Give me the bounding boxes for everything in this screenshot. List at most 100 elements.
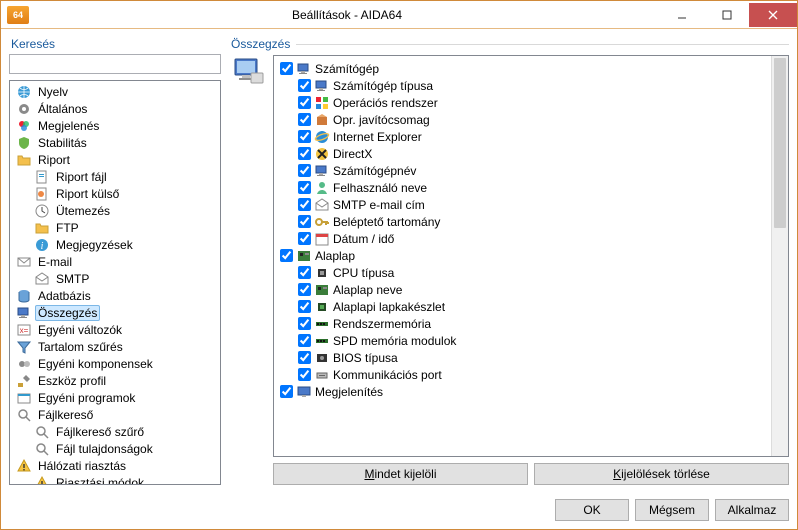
checkbox[interactable]	[298, 96, 311, 109]
tree-item-egy-ni-v-ltoz-k[interactable]: x=Egyéni változók	[10, 321, 220, 338]
tree-item-tartalom-sz-r-s[interactable]: Tartalom szűrés	[10, 338, 220, 355]
check-scroll-area[interactable]: SzámítógépSzámítógép típusaOperációs ren…	[274, 56, 771, 456]
checkbox[interactable]	[298, 215, 311, 228]
search-input[interactable]	[9, 54, 221, 74]
tree-item-adatb-zis[interactable]: Adatbázis	[10, 287, 220, 304]
tree-item-stabilit-s[interactable]: Stabilitás	[10, 134, 220, 151]
scroll-thumb[interactable]	[774, 58, 786, 228]
left-pane: Keresés NyelvÁltalánosMegjelenésStabilit…	[9, 37, 221, 485]
mobo-icon	[314, 282, 330, 298]
check-row: Számítógép típusa	[274, 77, 771, 94]
apply-button[interactable]: Alkalmaz	[715, 499, 789, 521]
scrollbar[interactable]	[771, 56, 788, 456]
tree-item-e-mail[interactable]: E-mail	[10, 253, 220, 270]
tree-item-riport-f-jl[interactable]: Riport fájl	[10, 168, 220, 185]
tree-item-f-jl-tulajdons-gok[interactable]: Fájl tulajdonságok	[10, 440, 220, 457]
check-label: Számítógép	[315, 62, 379, 76]
tree-item-egy-ni-komponensek[interactable]: Egyéni komponensek	[10, 355, 220, 372]
check-row: CPU típusa	[274, 264, 771, 281]
tree-item-ftp[interactable]: FTP	[10, 219, 220, 236]
user-icon	[314, 180, 330, 196]
check-row: Opr. javítócsomag	[274, 111, 771, 128]
group-header: Összegzés	[229, 37, 789, 51]
check-row: Alaplapi lapkakészlet	[274, 298, 771, 315]
tree-item-eszk-z-profil[interactable]: Eszköz profil	[10, 372, 220, 389]
clear-selection-button[interactable]: Kijelölések törlése	[534, 463, 789, 485]
close-button[interactable]	[749, 3, 797, 27]
checkbox[interactable]	[298, 368, 311, 381]
checkbox[interactable]	[280, 249, 293, 262]
checkbox[interactable]	[298, 334, 311, 347]
tree-item--temez-s[interactable]: Ütemezés	[10, 202, 220, 219]
maximize-button[interactable]	[704, 3, 749, 27]
checkbox[interactable]	[298, 113, 311, 126]
group-icon-area	[229, 55, 269, 485]
search-icon	[34, 424, 50, 440]
window-buttons	[659, 3, 797, 27]
ok-button[interactable]: OK	[555, 499, 629, 521]
checkbox[interactable]	[298, 147, 311, 160]
titlebar[interactable]: 64 Beállítások - AIDA64	[1, 1, 797, 29]
tree-item-megjegyz-sek[interactable]: iMegjegyzések	[10, 236, 220, 253]
minimize-button[interactable]	[659, 3, 704, 27]
computer-icon	[314, 163, 330, 179]
checkbox[interactable]	[298, 181, 311, 194]
port-icon	[314, 367, 330, 383]
computer-icon	[16, 305, 32, 321]
tree-item-label: Riasztási módok	[53, 475, 147, 486]
check-row: Kommunikációs port	[274, 366, 771, 383]
summary-check-list: SzámítógépSzámítógép típusaOperációs ren…	[273, 55, 789, 457]
check-label: Kommunikációs port	[333, 368, 442, 382]
category-tree[interactable]: NyelvÁltalánosMegjelenésStabilitásRiport…	[9, 80, 221, 485]
tree-item--ltal-nos[interactable]: Általános	[10, 100, 220, 117]
tree-item-nyelv[interactable]: Nyelv	[10, 83, 220, 100]
computer-icon	[233, 55, 265, 87]
checkbox[interactable]	[298, 266, 311, 279]
prog-icon	[16, 390, 32, 406]
checkbox[interactable]	[298, 232, 311, 245]
check-label: Alaplapi lapkakészlet	[333, 300, 445, 314]
folder2-icon	[34, 220, 50, 236]
tree-item-megjelen-s[interactable]: Megjelenés	[10, 117, 220, 134]
tree-item-riport[interactable]: Riport	[10, 151, 220, 168]
tree-item-riport-k-ls-[interactable]: Riport külső	[10, 185, 220, 202]
check-label: Megjelenítés	[315, 385, 383, 399]
tree-item-label: Fájlkereső szűrő	[53, 424, 147, 440]
checkbox[interactable]	[298, 283, 311, 296]
checkbox[interactable]	[298, 351, 311, 364]
tree-item-label: Összegzés	[35, 305, 100, 321]
checkbox[interactable]	[280, 62, 293, 75]
tree-item--sszegz-s[interactable]: Összegzés	[10, 304, 220, 321]
check-label: Internet Explorer	[333, 130, 422, 144]
tree-item-h-l-zati-riaszt-s[interactable]: Hálózati riasztás	[10, 457, 220, 474]
tree-item-riaszt-si-m-dok[interactable]: Riasztási módok	[10, 474, 220, 485]
check-label: Felhasználó neve	[333, 181, 427, 195]
tree-item-smtp[interactable]: SMTP	[10, 270, 220, 287]
checkbox[interactable]	[298, 300, 311, 313]
group-label: Összegzés	[231, 37, 290, 51]
tree-item-label: Egyéni változók	[35, 322, 125, 338]
checkbox[interactable]	[298, 164, 311, 177]
mobo-icon	[296, 248, 312, 264]
computer-icon	[314, 78, 330, 94]
check-label: SMTP e-mail cím	[333, 198, 425, 212]
cancel-button[interactable]: Mégsem	[635, 499, 709, 521]
svg-text:i: i	[41, 241, 44, 252]
checkbox[interactable]	[298, 317, 311, 330]
shield-icon	[16, 135, 32, 151]
select-all-button[interactable]: Mindet kijelöli	[273, 463, 528, 485]
check-row: Számítógépnév	[274, 162, 771, 179]
check-row: DirectX	[274, 145, 771, 162]
checkbox[interactable]	[298, 198, 311, 211]
checkbox[interactable]	[298, 79, 311, 92]
tree-item-f-jlkeres-[interactable]: Fájlkereső	[10, 406, 220, 423]
tree-item-f-jlkeres-sz-r-[interactable]: Fájlkereső szűrő	[10, 423, 220, 440]
check-row: Alaplap	[274, 247, 771, 264]
tree-item-label: FTP	[53, 220, 82, 236]
check-label: Számítógép típusa	[333, 79, 433, 93]
clock-icon	[34, 203, 50, 219]
tree-item-egy-ni-programok[interactable]: Egyéni programok	[10, 389, 220, 406]
checkbox[interactable]	[298, 130, 311, 143]
checkbox[interactable]	[280, 385, 293, 398]
check-label: Alaplap	[315, 249, 355, 263]
